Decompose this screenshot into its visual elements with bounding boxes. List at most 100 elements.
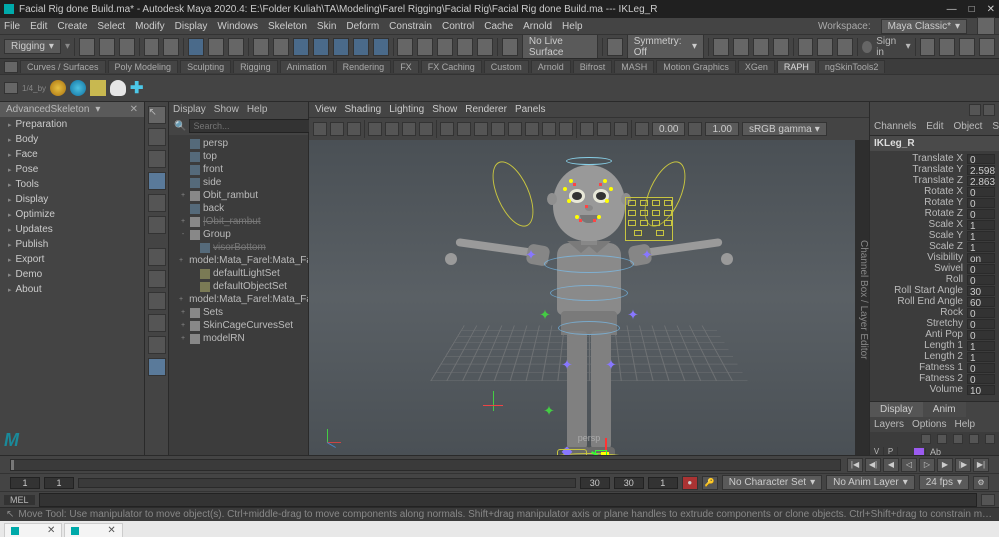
out-menu-show[interactable]: Show (214, 104, 239, 115)
attr-value-field[interactable]: 2.863 (967, 176, 995, 186)
vp-light-icon[interactable] (491, 122, 505, 136)
redo-icon[interactable] (163, 38, 179, 56)
shelf-tab-xgen[interactable]: XGen (738, 60, 775, 73)
layer-list[interactable]: VPAbRambutVPMulutVPClothesVPFarelSkinCur… (870, 446, 999, 455)
shelf-tab-mash[interactable]: MASH (614, 60, 654, 73)
cg-icon[interactable] (773, 38, 789, 56)
rotate-tool-icon[interactable] (148, 194, 166, 212)
sel-mode-object-icon[interactable] (188, 38, 204, 56)
menu-cache[interactable]: Cache (484, 21, 513, 32)
outliner-search-input[interactable] (189, 119, 314, 133)
menu-windows[interactable]: Windows (217, 21, 258, 32)
vp-menu-panels[interactable]: Panels (515, 104, 546, 115)
menu-help[interactable]: Help (562, 21, 583, 32)
vp-colorspace-selector[interactable]: sRGB gamma▾ (742, 122, 827, 136)
sidebar-item-preparation[interactable]: Preparation (0, 117, 144, 132)
menu-control[interactable]: Control (442, 21, 474, 32)
cb-tab-channels[interactable]: Channels (872, 120, 918, 133)
channel-attr-row[interactable]: Translate X0 (872, 153, 997, 164)
menu-display[interactable]: Display (175, 21, 208, 32)
snap-grid-icon[interactable] (397, 38, 413, 56)
shelf-tab-anim[interactable]: Animation (280, 60, 334, 73)
symmetry-selector[interactable]: Symmetry: Off▾ (627, 34, 704, 60)
ui-el-icon[interactable] (979, 38, 995, 56)
attr-value-field[interactable]: 0 (967, 154, 995, 164)
attr-value-field[interactable]: 1 (967, 231, 995, 241)
attr-value-field[interactable]: 1 (967, 352, 995, 362)
layer-row[interactable]: VPAb (870, 446, 999, 455)
layout-outliner-icon[interactable] (148, 292, 166, 310)
channel-attr-row[interactable]: Rotate Z0 (872, 208, 997, 219)
out-menu-help[interactable]: Help (247, 104, 268, 115)
outliner-item[interactable]: +Obit_rambut (171, 189, 306, 202)
shelf-tab-bifrost[interactable]: Bifrost (573, 60, 613, 73)
vp-menu-show[interactable]: Show (432, 104, 457, 115)
ch-show-icon[interactable] (983, 104, 995, 116)
vp-gate-mask-icon[interactable] (419, 122, 433, 136)
channel-attr-row[interactable]: Rock0 (872, 307, 997, 318)
scale-tool-icon[interactable] (148, 216, 166, 234)
circle-cyan-icon[interactable] (70, 80, 86, 96)
current-time-input[interactable] (648, 477, 678, 489)
channel-attr-row[interactable]: Rotate X0 (872, 186, 997, 197)
layer-icon[interactable] (921, 434, 931, 444)
bottom-tab[interactable]: ✕ (4, 523, 62, 537)
attr-value-field[interactable]: 60 (967, 297, 995, 307)
undo-icon[interactable] (144, 38, 160, 56)
channel-attr-row[interactable]: Length 11 (872, 340, 997, 351)
tool-icon[interactable] (90, 80, 106, 96)
snap-plane-icon[interactable] (457, 38, 473, 56)
step-fwd-key-icon[interactable]: |▶ (955, 458, 971, 472)
animlayer-selector[interactable]: No Anim Layer▾ (826, 475, 915, 490)
vp-camera-icon[interactable] (313, 122, 327, 136)
expand-icon[interactable]: - (179, 231, 187, 238)
mask-icon[interactable] (253, 38, 269, 56)
charset-selector[interactable]: No Character Set▾ (722, 475, 822, 490)
lasso-tool-icon[interactable] (148, 128, 166, 146)
ipr-icon[interactable] (817, 38, 833, 56)
close-button[interactable]: ✕ (987, 4, 995, 15)
cb-tab-show[interactable]: Show (990, 120, 999, 133)
channel-attr-row[interactable]: Translate Y2.598 (872, 164, 997, 175)
open-scene-icon[interactable] (99, 38, 115, 56)
go-start-icon[interactable]: |◀ (847, 458, 863, 472)
skull-icon[interactable] (110, 80, 126, 96)
vp-ao-icon[interactable] (525, 122, 539, 136)
layer-playback-toggle[interactable]: P (884, 447, 898, 455)
sidebar-item-export[interactable]: Export (0, 252, 144, 267)
channel-attr-row[interactable]: Anti Pop0 (872, 329, 997, 340)
layer-tab-display[interactable]: Display (870, 402, 923, 417)
vp-menu-lighting[interactable]: Lighting (389, 104, 424, 115)
vp-shadow-icon[interactable] (508, 122, 522, 136)
go-end-icon[interactable]: ▶| (973, 458, 989, 472)
shelf-tab-render[interactable]: Rendering (336, 60, 392, 73)
mask-icon[interactable] (293, 38, 309, 56)
shelf-tab-fxcache[interactable]: FX Caching (421, 60, 482, 73)
ch-edit-icon[interactable] (969, 104, 981, 116)
shelf-tab-sculpt[interactable]: Sculpting (180, 60, 231, 73)
channel-attr-row[interactable]: Swivel0 (872, 263, 997, 274)
expand-icon[interactable]: + (179, 192, 187, 199)
expand-icon[interactable]: + (179, 335, 187, 342)
channel-attr-row[interactable]: Visibilityon (872, 252, 997, 263)
vp-motion-icon[interactable] (542, 122, 556, 136)
viewport-3d[interactable]: Channel Box / Layer Editor (309, 140, 869, 455)
sidebar-item-publish[interactable]: Publish (0, 237, 144, 252)
outliner-item[interactable]: +modelRN (171, 332, 306, 345)
render-settings-icon[interactable] (837, 38, 853, 56)
menu-edit[interactable]: Edit (30, 21, 47, 32)
layout-single-icon[interactable] (148, 248, 166, 266)
attr-value-field[interactable]: 0 (967, 209, 995, 219)
snap-curve-icon[interactable] (417, 38, 433, 56)
outliner-item[interactable]: visorBottom (171, 241, 306, 254)
shelf-tab-rigging[interactable]: Rigging (233, 60, 278, 73)
module-dropdown-icon[interactable]: ▾ (65, 41, 70, 52)
vp-tex-icon[interactable] (474, 122, 488, 136)
command-input[interactable] (39, 493, 977, 507)
script-editor-icon[interactable] (981, 494, 995, 506)
live-surface-icon[interactable] (502, 38, 518, 56)
vp-exposure-value[interactable]: 0.00 (652, 122, 685, 136)
close-icon[interactable]: ✕ (47, 525, 55, 536)
lay-menu-layers[interactable]: Layers (874, 419, 904, 430)
vp-menu-renderer[interactable]: Renderer (465, 104, 507, 115)
